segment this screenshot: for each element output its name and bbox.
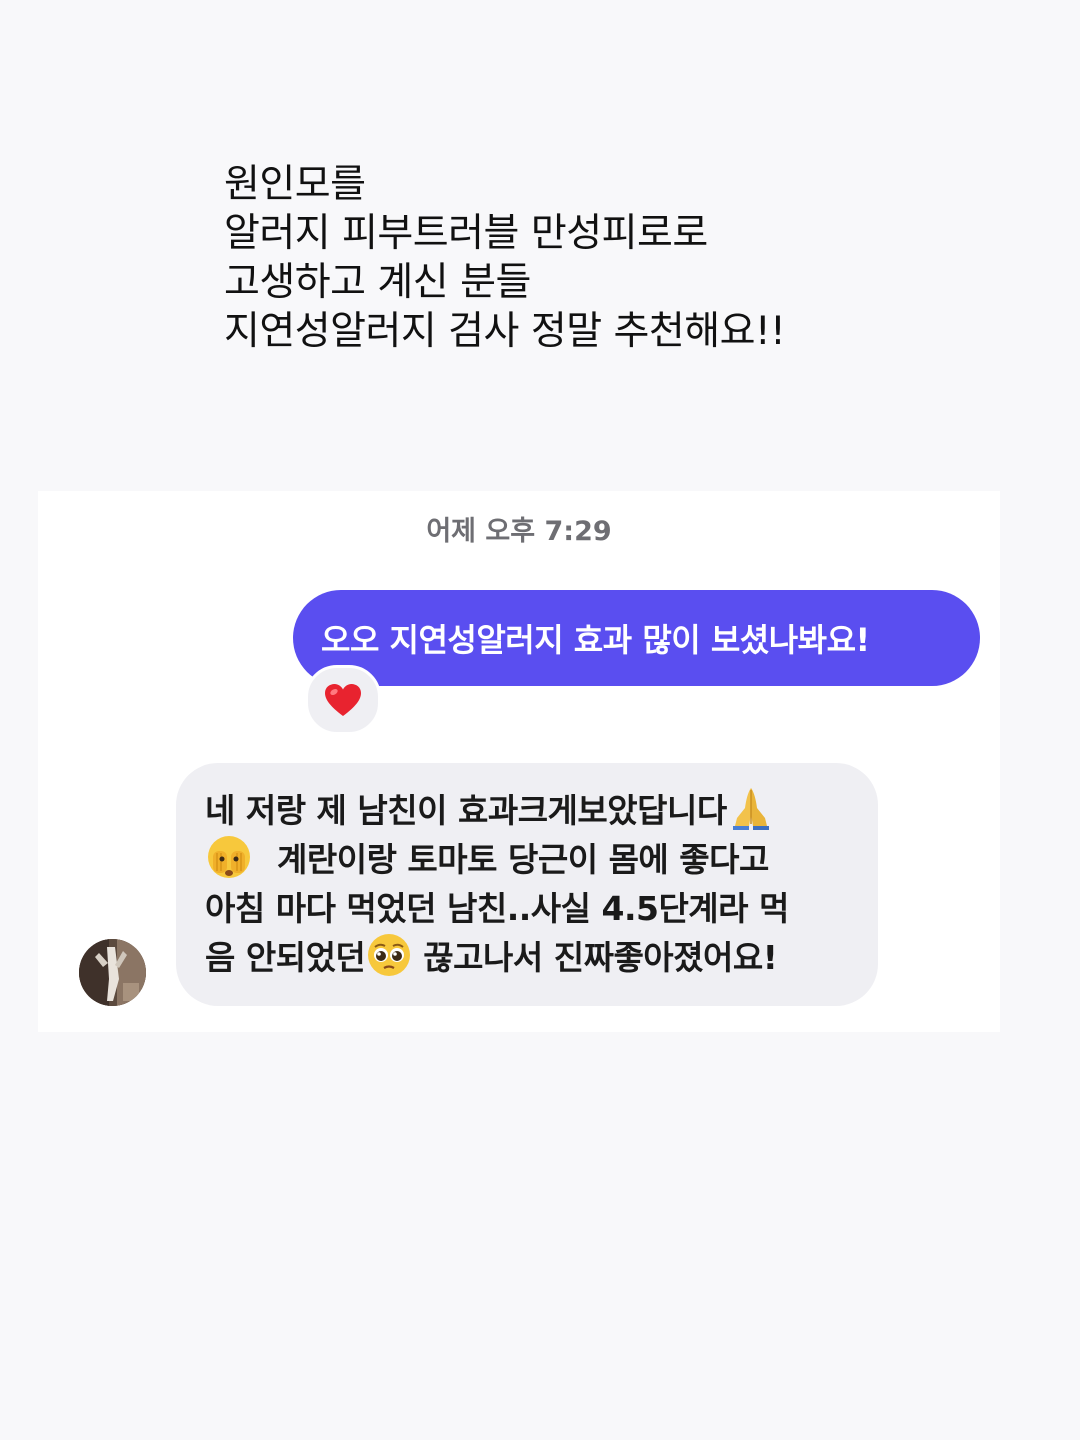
sent-message-text: 오오 지연성알러지 효과 많이 보셨나봐요! (321, 621, 870, 659)
pleading-face-icon (368, 933, 411, 976)
received-message-line: 음 안되었던 끊고나서 진짜좋아졌어요! (205, 930, 854, 979)
received-message-line: 계란이랑 토마토 당근이 몸에 좋다고 (205, 832, 854, 881)
received-message-line: 네 저랑 제 남친이 효과크게보았답니다 (205, 783, 854, 832)
received-message-text: 네 저랑 제 남친이 효과크게보았답니다 (205, 790, 727, 830)
received-message-text: 끊고나서 진짜좋아졌어요! (423, 937, 778, 977)
received-message-text: 계란이랑 토마토 당근이 몸에 좋다고 (277, 839, 769, 879)
message-timestamp: 어제 오후 7:29 (426, 516, 612, 547)
received-message-text: 아침 마다 먹었던 남친..사실 4.5단계라 먹 (205, 888, 789, 928)
received-message-line: 아침 마다 먹었던 남친..사실 4.5단계라 먹 (205, 881, 854, 930)
heart-reaction[interactable] (305, 665, 381, 735)
sender-avatar[interactable] (79, 939, 146, 1006)
caption-line: 고생하고 계신 분들 (224, 260, 531, 305)
heart-icon (325, 684, 361, 716)
folded-hands-icon (732, 787, 769, 830)
caption-line: 원인모를 (224, 162, 366, 207)
caption-text: 원인모를 알러지 피부트러블 만성피로로 고생하고 계신 분들 지연성알러지 검… (224, 160, 1024, 356)
caption-line: 지연성알러지 검사 정말 추천해요!! (224, 309, 786, 354)
sent-message-bubble[interactable]: 오오 지연성알러지 효과 많이 보셨나봐요! (293, 590, 980, 686)
received-message-text: 음 안되었던 (205, 937, 366, 977)
caption-line: 알러지 피부트러블 만성피로로 (224, 211, 708, 256)
chat-screenshot: 어제 오후 7:29 오오 지연성알러지 효과 많이 보셨나봐요! 네 저랑 제… (38, 491, 1000, 1032)
received-message-bubble[interactable]: 네 저랑 제 남친이 효과크게보았답니다 계란이랑 토마토 당근이 몸에 좋다고… (176, 763, 878, 1006)
avatar-photo (79, 939, 146, 1006)
face-with-peeking-eye-icon (208, 835, 250, 878)
